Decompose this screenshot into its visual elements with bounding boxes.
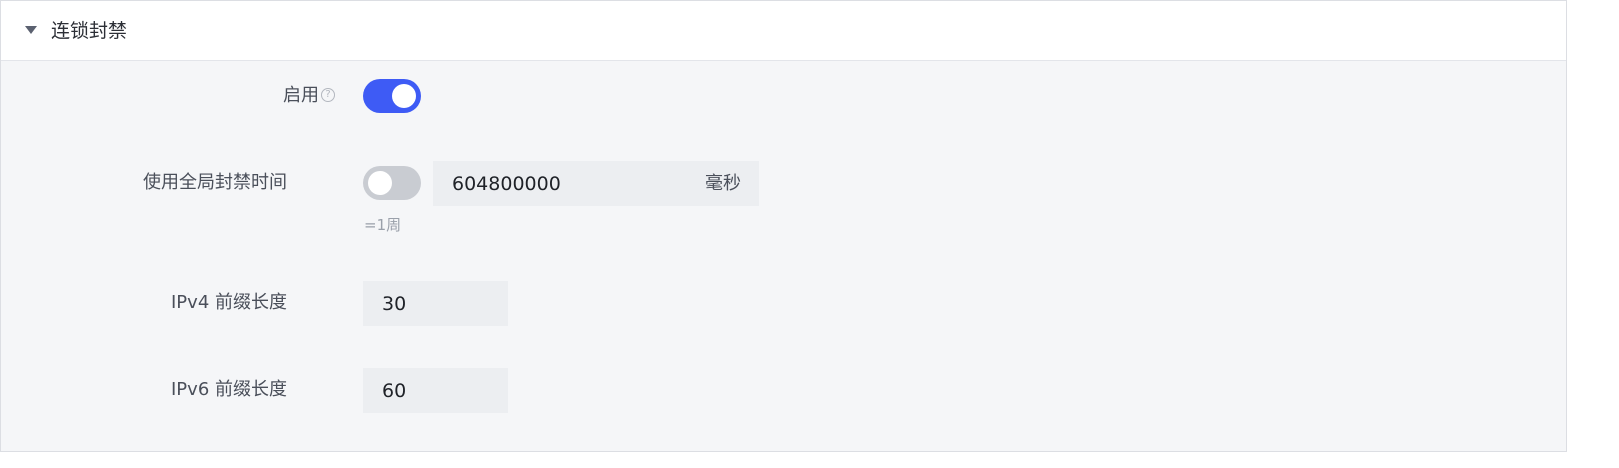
lockout-settings-panel: 连锁封禁 启用 ? 使用全局封禁时间 毫秒 =1周 IPv4 前缀长度 IPv6… <box>0 0 1567 452</box>
toggle-knob <box>368 171 392 195</box>
ipv4-prefix-field <box>363 281 508 326</box>
ipv6-prefix-field <box>363 368 508 413</box>
ipv6-prefix-label: IPv6 前缀长度 <box>171 379 287 400</box>
global-ban-time-label: 使用全局封禁时间 <box>143 172 287 193</box>
toggle-knob <box>392 84 416 108</box>
section-title: 连锁封禁 <box>51 20 128 42</box>
global-ban-time-toggle[interactable] <box>363 166 421 200</box>
section-header[interactable]: 连锁封禁 <box>1 1 1566 61</box>
question-circle-icon[interactable]: ? <box>321 88 335 102</box>
enable-toggle[interactable] <box>363 79 421 113</box>
ipv4-prefix-input[interactable] <box>363 281 508 326</box>
caret-down-icon[interactable] <box>25 26 37 34</box>
ban-time-unit: 毫秒 <box>705 173 741 194</box>
ipv6-prefix-input[interactable] <box>363 368 508 413</box>
ipv4-prefix-label: IPv4 前缀长度 <box>171 292 287 313</box>
enable-label: 启用 <box>283 85 319 106</box>
ban-time-field: 毫秒 <box>433 161 759 206</box>
ban-time-hint: =1周 <box>364 216 402 234</box>
